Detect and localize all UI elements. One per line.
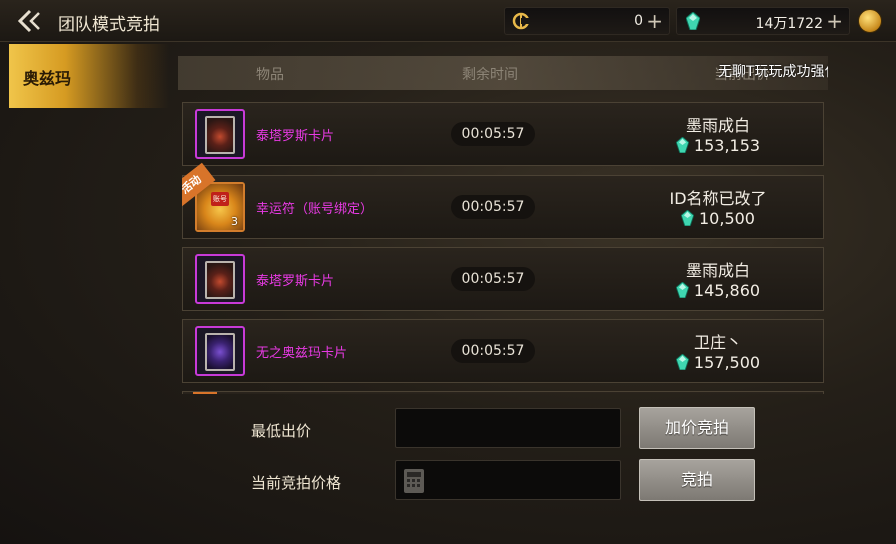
auction-row[interactable]: 无之奥兹玛卡片 00:05:57 卫庄丶 157,500 (182, 319, 824, 383)
bidder-name: 墨雨成白 (685, 116, 750, 135)
price-value: 153,153 (693, 136, 761, 155)
price-value: 157,500 (693, 353, 761, 372)
sidebar-tab-label: 奥兹玛 (23, 69, 72, 88)
page-title: 团队模式竞拍 (58, 15, 160, 35)
gem-currency-box: 14万1722 + (676, 7, 850, 35)
back-arrow-icon (17, 9, 40, 33)
bidder-name: 墨雨成白 (685, 261, 750, 280)
bidder-name: 卫庄丶 (693, 333, 742, 352)
sidebar-tab-ozma[interactable]: 奥兹玛 (9, 44, 169, 108)
bid-price: 153,153 (623, 136, 813, 155)
table-header: 物品 剩余时间 当前出价 无聊T玩玩成功强化 (178, 56, 828, 90)
auction-row[interactable]: 账号 3 活动 幸运符（账号绑定） 00:05:57 ID名称已改了 10,50… (182, 162, 824, 239)
remaining-time: 00:05:57 (451, 267, 535, 291)
min-bid-field[interactable] (395, 408, 621, 448)
min-bid-label: 最低出价 (251, 422, 312, 440)
price-value: 145,860 (693, 281, 761, 300)
bid-price: 10,500 (623, 209, 813, 228)
current-price-label: 当前竞拍价格 (251, 474, 342, 492)
gem-icon (683, 11, 703, 31)
remaining-time: 00:05:57 (451, 122, 535, 146)
gem-icon (675, 282, 689, 298)
coin-currency-box: 0 + (504, 7, 670, 35)
remaining-time: 00:05:57 (451, 195, 535, 219)
gold-coin-icon[interactable] (858, 9, 882, 33)
purple-card-icon[interactable] (195, 326, 245, 376)
auction-list[interactable]: 泰塔罗斯卡片 00:05:57 墨雨成白 153,153 账号 3 活动 幸运符… (182, 102, 824, 394)
auction-row[interactable]: 泰塔罗斯卡片 00:05:57 墨雨成白 153,153 (182, 102, 824, 166)
current-price-field[interactable] (395, 460, 621, 500)
bid-price: 157,500 (623, 353, 813, 372)
gem-amount: 14万1722 (755, 16, 823, 32)
stack-count: 3 (231, 215, 238, 228)
coin-icon (511, 11, 531, 31)
add-gem-button[interactable]: + (826, 9, 843, 33)
gem-icon (675, 137, 689, 153)
coin-amount: 0 (634, 13, 643, 29)
gem-icon (675, 354, 689, 370)
item-name: 泰塔罗斯卡片 (256, 129, 335, 144)
gem-icon (681, 210, 694, 226)
item-name: 泰塔罗斯卡片 (256, 274, 335, 289)
bid-button[interactable]: 竞拍 (639, 459, 755, 501)
broadcast-marquee: 无聊T玩玩成功强化 (718, 64, 828, 80)
raise-bid-button[interactable]: 加价竞拍 (639, 407, 755, 449)
top-bar: 团队模式竞拍 0 + 14万1722 + (0, 0, 896, 42)
auction-row-partial[interactable] (182, 391, 824, 394)
card-icon[interactable] (195, 254, 245, 304)
column-time-header: 剩余时间 (462, 67, 518, 83)
column-item-header: 物品 (256, 67, 284, 83)
bid-price: 145,860 (623, 281, 813, 300)
add-coin-button[interactable]: + (646, 9, 663, 33)
remaining-time: 00:05:57 (451, 339, 535, 363)
auction-row[interactable]: 泰塔罗斯卡片 00:05:57 墨雨成白 145,860 (182, 247, 824, 311)
calculator-icon[interactable] (404, 469, 424, 493)
bidder-name: ID名称已改了 (669, 189, 767, 208)
item-name: 无之奥兹玛卡片 (256, 346, 348, 361)
card-icon[interactable] (195, 109, 245, 159)
price-value: 10,500 (699, 209, 755, 228)
back-button[interactable] (14, 6, 50, 36)
item-name: 幸运符（账号绑定） (256, 202, 374, 217)
